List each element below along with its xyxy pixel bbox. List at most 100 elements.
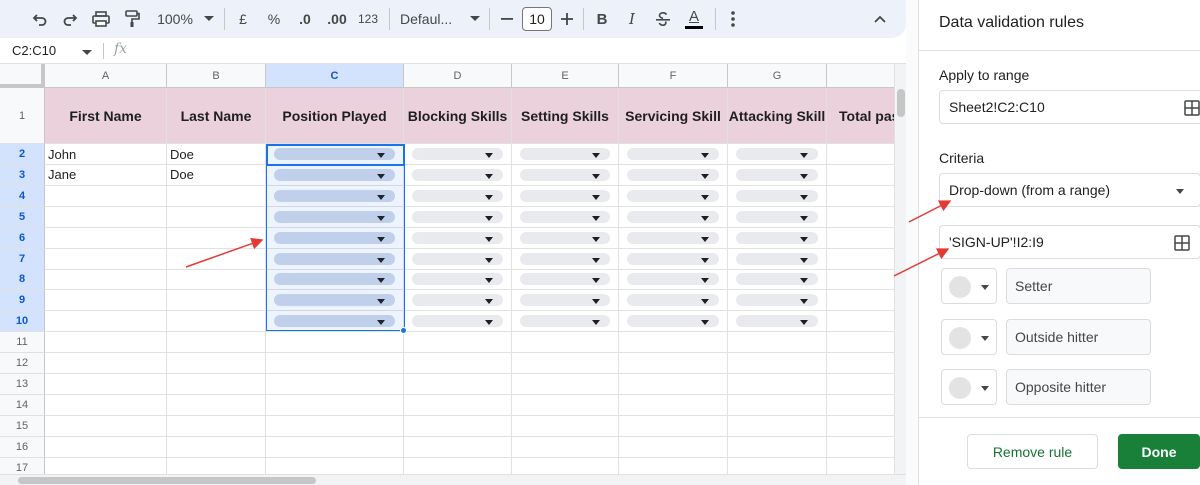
- dropdown-cell[interactable]: [266, 164, 404, 186]
- data-cell[interactable]: [45, 206, 167, 228]
- data-cell[interactable]: [404, 436, 512, 458]
- dropdown-cell[interactable]: [266, 185, 404, 207]
- row-header[interactable]: 12: [0, 353, 45, 374]
- column-header[interactable]: D: [404, 64, 512, 88]
- dropdown-chip[interactable]: [520, 189, 610, 202]
- data-cell[interactable]: [167, 373, 266, 395]
- dropdown-chip[interactable]: [520, 252, 610, 265]
- data-cell[interactable]: [167, 248, 266, 270]
- row-header[interactable]: 14: [0, 394, 45, 416]
- italic-button[interactable]: I: [622, 0, 642, 38]
- dropdown-cell[interactable]: [728, 164, 827, 186]
- dropdown-cell[interactable]: [512, 227, 619, 249]
- data-cell[interactable]: [167, 394, 266, 416]
- dropdown-cell[interactable]: [266, 311, 404, 333]
- dropdown-cell[interactable]: [266, 144, 404, 165]
- dropdown-chip[interactable]: [736, 210, 818, 223]
- column-header[interactable]: C: [266, 64, 404, 88]
- dropdown-chip[interactable]: [736, 189, 818, 202]
- dropdown-chip[interactable]: [412, 252, 503, 265]
- dropdown-chip[interactable]: [627, 231, 719, 244]
- data-cell[interactable]: [728, 353, 827, 374]
- dropdown-chip[interactable]: [627, 148, 719, 160]
- option-color-button[interactable]: [941, 369, 997, 405]
- dropdown-chip[interactable]: [412, 210, 503, 223]
- data-cell[interactable]: [45, 332, 167, 354]
- data-cell[interactable]: [619, 373, 728, 395]
- data-cell[interactable]: [728, 332, 827, 354]
- data-cell[interactable]: [512, 436, 619, 458]
- data-cell[interactable]: [167, 311, 266, 333]
- dropdown-chip[interactable]: [736, 294, 818, 307]
- dropdown-cell[interactable]: [728, 290, 827, 312]
- dropdown-chip[interactable]: [412, 294, 503, 307]
- decrease-decimal-button[interactable]: .0: [294, 0, 316, 38]
- dropdown-chip[interactable]: [627, 168, 719, 181]
- data-cell[interactable]: [45, 436, 167, 458]
- dropdown-cell[interactable]: [619, 227, 728, 249]
- option-input[interactable]: Opposite hitter: [1006, 369, 1151, 405]
- name-box[interactable]: C2:C10: [12, 43, 56, 58]
- data-cell[interactable]: [728, 415, 827, 437]
- data-cell[interactable]: [404, 353, 512, 374]
- dropdown-chip[interactable]: [274, 315, 395, 328]
- data-cell[interactable]: [404, 394, 512, 416]
- dropdown-cell[interactable]: [728, 206, 827, 228]
- collapse-toolbar-icon[interactable]: [868, 0, 892, 38]
- data-cell[interactable]: [266, 373, 404, 395]
- dropdown-cell[interactable]: [404, 185, 512, 207]
- data-cell[interactable]: [619, 332, 728, 354]
- data-cell[interactable]: Doe: [167, 144, 266, 165]
- data-cell[interactable]: [512, 353, 619, 374]
- row-header[interactable]: 8: [0, 269, 45, 291]
- dropdown-cell[interactable]: [512, 185, 619, 207]
- data-cell[interactable]: [266, 353, 404, 374]
- dropdown-cell[interactable]: [266, 248, 404, 270]
- data-cell[interactable]: [404, 415, 512, 437]
- dropdown-cell[interactable]: [619, 311, 728, 333]
- data-cell[interactable]: [167, 227, 266, 249]
- dropdown-chip[interactable]: [520, 231, 610, 244]
- header-cell[interactable]: Last Name: [167, 88, 266, 144]
- dropdown-chip[interactable]: [412, 148, 503, 160]
- dropdown-cell[interactable]: [404, 290, 512, 312]
- dropdown-cell[interactable]: [404, 227, 512, 249]
- dropdown-cell[interactable]: [512, 144, 619, 165]
- data-cell[interactable]: [45, 185, 167, 207]
- header-cell[interactable]: First Name: [45, 88, 167, 144]
- dropdown-chip[interactable]: [736, 273, 818, 286]
- header-cell[interactable]: Blocking Skills: [404, 88, 512, 144]
- source-range-input[interactable]: 'SIGN-UP'!I2:I9: [939, 225, 1200, 259]
- data-cell[interactable]: [404, 332, 512, 354]
- font-select[interactable]: Defaul...: [400, 0, 464, 38]
- header-cell[interactable]: Attacking Skill: [728, 88, 827, 144]
- dropdown-cell[interactable]: [512, 248, 619, 270]
- dropdown-chip[interactable]: [274, 168, 395, 181]
- data-cell[interactable]: [512, 394, 619, 416]
- dropdown-cell[interactable]: [728, 248, 827, 270]
- dropdown-chip[interactable]: [412, 168, 503, 181]
- row-header[interactable]: 9: [0, 290, 45, 312]
- currency-button[interactable]: £: [234, 0, 252, 38]
- dropdown-cell[interactable]: [266, 269, 404, 291]
- name-box-dropdown-icon[interactable]: [82, 44, 92, 59]
- paint-format-icon[interactable]: [120, 0, 144, 38]
- row-header[interactable]: 13: [0, 373, 45, 395]
- option-input[interactable]: Setter: [1006, 268, 1151, 304]
- column-header[interactable]: F: [619, 64, 728, 88]
- dropdown-chip[interactable]: [274, 294, 395, 307]
- horizontal-scrollbar[interactable]: [0, 474, 906, 485]
- dropdown-chip[interactable]: [627, 294, 719, 307]
- data-cell[interactable]: [45, 353, 167, 374]
- data-cell[interactable]: [167, 206, 266, 228]
- row-header[interactable]: 5: [0, 206, 45, 228]
- font-dropdown-icon[interactable]: [468, 0, 482, 38]
- dropdown-chip[interactable]: [520, 315, 610, 328]
- dropdown-chip[interactable]: [412, 273, 503, 286]
- data-cell[interactable]: [266, 332, 404, 354]
- data-cell[interactable]: [404, 373, 512, 395]
- data-cell[interactable]: [167, 353, 266, 374]
- data-cell[interactable]: [45, 290, 167, 312]
- data-cell[interactable]: [167, 185, 266, 207]
- fill-handle[interactable]: [400, 327, 407, 334]
